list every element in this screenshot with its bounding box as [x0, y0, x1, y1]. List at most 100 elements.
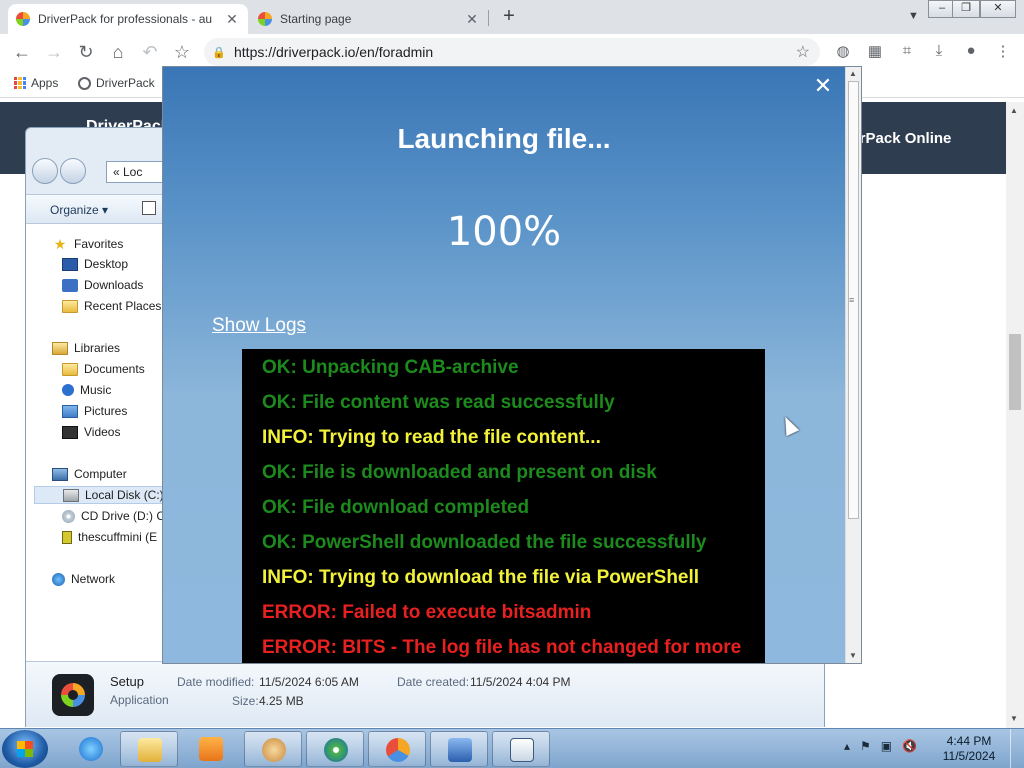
page-scroll-thumb[interactable]: [1009, 334, 1021, 410]
tab-divider: [488, 10, 489, 26]
date-created-value: 11/5/2024 4:04 PM: [470, 675, 571, 689]
flag-icon[interactable]: ⚑: [860, 739, 871, 753]
file-type: Application: [110, 693, 169, 707]
tree-computer[interactable]: Computer: [52, 467, 127, 481]
tree-libraries[interactable]: Libraries: [52, 341, 120, 355]
dialog-scrollbar[interactable]: ▲ ≡ ▼: [845, 67, 861, 663]
tree-recent-places[interactable]: Recent Places: [62, 299, 161, 313]
tree-pictures[interactable]: Pictures: [62, 404, 127, 418]
view-toggle-icon[interactable]: [142, 201, 156, 215]
navigation-pane: ★ Favorites Desktop Downloads Recent Plac…: [26, 224, 166, 664]
taskbar-internet-explorer[interactable]: [62, 731, 120, 767]
browser-toolbar: ← → ↻ ⌂ ↶ ☆ 🔒 https://driverpack.io/en/f…: [0, 34, 1024, 70]
explorer-back-icon[interactable]: [32, 158, 58, 184]
tree-label: Computer: [74, 467, 127, 481]
back-arrow-icon[interactable]: ←: [10, 41, 34, 63]
lock-icon[interactable]: 🔒: [204, 46, 234, 59]
explorer-forward-icon[interactable]: [60, 158, 86, 184]
tree-cd-drive[interactable]: CD Drive (D:) C: [62, 509, 165, 523]
forward-arrow-icon[interactable]: →: [42, 41, 66, 63]
tree-label: Videos: [84, 425, 121, 439]
taskbar-setup-window[interactable]: [492, 731, 550, 767]
tab-search-chevron-icon[interactable]: ▼: [908, 10, 919, 22]
show-logs-link[interactable]: Show Logs: [212, 315, 306, 337]
close-icon[interactable]: ✕: [811, 75, 835, 99]
reload-icon[interactable]: ↻: [74, 41, 98, 63]
cd-drive-icon: [62, 509, 75, 523]
tree-documents[interactable]: Documents: [62, 362, 145, 376]
taskbar-clock[interactable]: 4:44 PM 11/5/2024: [936, 734, 1002, 764]
system-tray: ▴ ⚑ ▣ 🔇: [844, 739, 917, 753]
new-tab-button[interactable]: +: [498, 6, 520, 28]
tree-local-disk-c[interactable]: Local Disk (C:): [34, 486, 166, 504]
setup-app-icon: [52, 674, 94, 716]
profile-avatar-icon[interactable]: ●: [960, 42, 982, 62]
taskbar-file-explorer[interactable]: [120, 731, 178, 767]
tree-usb-drive[interactable]: thescuffmini (E: [62, 530, 157, 544]
tree-desktop[interactable]: Desktop: [62, 257, 128, 271]
tree-music[interactable]: Music: [62, 383, 111, 397]
organize-label: Organize: [50, 203, 99, 217]
dialog-title: Launching file...: [397, 123, 611, 154]
page-scrollbar[interactable]: ▲ ▼: [1006, 102, 1024, 728]
log-line: ERROR: Failed to execute bitsadmin: [262, 602, 592, 623]
tree-videos[interactable]: Videos: [62, 425, 120, 439]
taskbar-app[interactable]: [430, 731, 488, 767]
log-line: OK: File content was read successfully: [262, 392, 615, 413]
taskbar-paint[interactable]: [244, 731, 302, 767]
explorer-nav-buttons: [32, 158, 86, 184]
usb-drive-icon: [62, 530, 72, 544]
log-line: INFO: Trying to read the file content...: [262, 427, 601, 448]
extension-icon[interactable]: ◍: [832, 42, 854, 62]
log-line: OK: File is downloaded and present on di…: [262, 462, 657, 483]
log-line: OK: File download completed: [262, 497, 530, 518]
organize-button[interactable]: Organize ▾: [50, 203, 108, 217]
globe-icon: [78, 76, 91, 90]
taskbar-cd-burner[interactable]: [306, 731, 364, 767]
tree-network[interactable]: Network: [52, 572, 115, 586]
tab-label: Starting page: [280, 12, 352, 26]
close-tab-icon[interactable]: ✕: [224, 11, 240, 28]
show-desktop-button[interactable]: [1010, 729, 1024, 768]
network-icon: [52, 572, 65, 586]
tree-favorites[interactable]: ★ Favorites: [52, 236, 124, 252]
log-line: OK: PowerShell downloaded the file succe…: [262, 532, 707, 553]
launching-file-dialog: ✕ Launching file... 100% Show Logs OK: U…: [162, 66, 862, 664]
scroll-up-icon[interactable]: ▲: [849, 69, 857, 78]
restore-button[interactable]: ❐: [952, 0, 980, 18]
scroll-down-icon[interactable]: ▼: [849, 651, 857, 660]
tree-label: Desktop: [84, 257, 129, 271]
apps-grid-icon[interactable]: ▦: [864, 42, 886, 62]
tab-driverpack[interactable]: DriverPack for professionals - au ✕: [8, 4, 248, 34]
close-window-button[interactable]: ✕: [980, 0, 1016, 18]
bookmark-apps[interactable]: Apps: [14, 76, 58, 90]
menu-kebab-icon[interactable]: ⋮: [992, 42, 1014, 62]
taskbar-chrome[interactable]: [368, 731, 426, 767]
setup-window-icon: [510, 738, 534, 762]
clock-date: 11/5/2024: [942, 749, 996, 763]
taskbar-media-player[interactable]: [182, 731, 240, 767]
file-name: Setup: [110, 674, 144, 689]
start-button[interactable]: [2, 730, 48, 768]
network-tray-icon[interactable]: ▣: [881, 739, 892, 753]
bookmark-page-star-icon[interactable]: ☆: [796, 42, 810, 62]
tab-starting-page[interactable]: Starting page ✕: [250, 4, 488, 34]
bookmark-star-icon[interactable]: ☆: [170, 41, 194, 63]
tree-downloads[interactable]: Downloads: [62, 278, 143, 292]
paint-icon: [262, 738, 286, 762]
crop-icon[interactable]: ⌗: [896, 42, 918, 62]
scroll-up-icon[interactable]: ▲: [1010, 106, 1018, 115]
download-icon[interactable]: ⤓: [928, 42, 950, 62]
date-created-label: Date created:: [397, 675, 470, 689]
tree-label: Music: [80, 383, 112, 397]
scroll-down-icon[interactable]: ▼: [1010, 714, 1018, 723]
home-icon[interactable]: ⌂: [106, 41, 130, 63]
bookmark-driverpack[interactable]: DriverPack: [78, 76, 155, 90]
bookmark-label: Apps: [31, 76, 59, 90]
undo-icon[interactable]: ↶: [138, 41, 162, 63]
log-line: OK: Unpacking CAB-archive: [262, 357, 519, 378]
tray-expand-icon[interactable]: ▴: [844, 739, 850, 753]
address-bar[interactable]: 🔒 https://driverpack.io/en/foradmin ☆: [204, 38, 820, 66]
volume-muted-icon[interactable]: 🔇: [902, 739, 917, 753]
close-tab-icon[interactable]: ✕: [464, 11, 480, 28]
